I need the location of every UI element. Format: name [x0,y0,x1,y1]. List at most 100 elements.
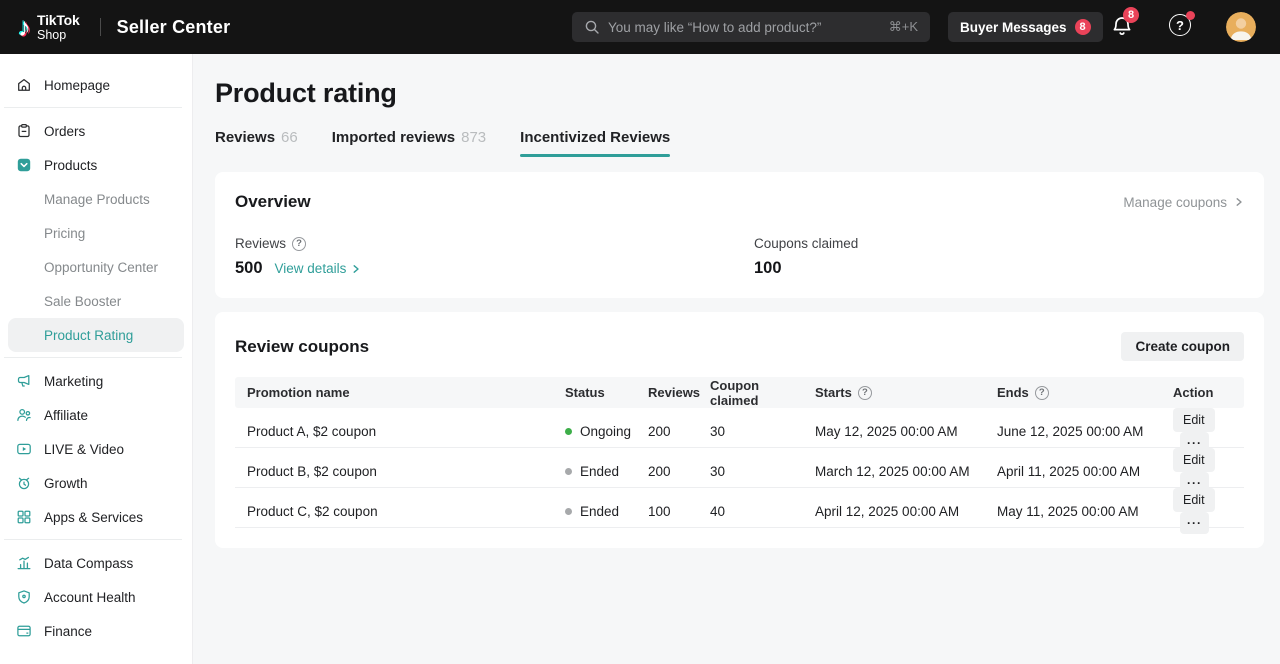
metric-reviews: Reviews ? 500 View details [235,236,754,278]
tiktok-note-icon: ♪ [18,14,31,40]
logo-line2: Shop [37,29,80,42]
edit-button[interactable]: Edit [1173,488,1215,512]
edit-button[interactable]: Edit [1173,448,1215,472]
view-details-label: View details [275,261,347,276]
sidebar-item-homepage[interactable]: Homepage [0,68,192,102]
sidebar-item-account-health[interactable]: Account Health [0,580,192,614]
sidebar-subitem-label: Product Rating [44,328,133,343]
tiktok-shop-logo[interactable]: ♪ TikTok Shop Seller Center [18,0,230,54]
sidebar-item-label: Affiliate [44,408,88,423]
sidebar-item-finance[interactable]: Finance [0,614,192,648]
sidebar-item-label: Data Compass [44,556,133,571]
sidebar-item-opportunity-center[interactable]: Opportunity Center [0,250,192,284]
sidebar-item-marketing[interactable]: Marketing [0,364,192,398]
page-title: Product rating [215,78,1264,109]
coupons-claimed-value: 100 [754,259,782,278]
help-icon[interactable]: ? [1035,386,1049,400]
reviews-metric-label: Reviews [235,236,286,251]
sidebar-item-affiliate[interactable]: Affiliate [0,398,192,432]
sidebar-item-apps-services[interactable]: Apps & Services [0,500,192,534]
tab-count: 873 [461,129,486,146]
table-row: Product A, $2 coupon Ongoing 200 30 May … [235,408,1244,448]
column-ends: Ends? [987,385,1165,400]
column-starts: Starts? [805,385,987,400]
help-button[interactable]: ? [1169,14,1195,40]
coupons-claimed-label: Coupons claimed [754,236,858,251]
app-title: Seller Center [117,17,231,38]
sidebar-subitem-label: Sale Booster [44,294,121,309]
review-coupons-card: Review coupons Create coupon Promotion n… [215,312,1264,548]
manage-coupons-label: Manage coupons [1123,195,1227,210]
tab-imported-reviews[interactable]: Imported reviews873 [332,129,486,157]
tab-reviews[interactable]: Reviews66 [215,129,298,157]
cell-action: Edit··· [1165,488,1244,534]
global-search-input[interactable]: You may like “How to add product?” ⌘+K [572,12,930,42]
alarm-clock-icon [16,475,32,491]
people-icon [16,407,32,423]
tab-bar: Reviews66 Imported reviews873 Incentiviz… [215,129,1264,157]
view-details-link[interactable]: View details [275,261,362,276]
table-header-row: Promotion name Status Reviews Coupon cla… [235,377,1244,408]
sidebar-item-data-compass[interactable]: Data Compass [0,546,192,580]
table-row: Product B, $2 coupon Ended 200 30 March … [235,448,1244,488]
coupons-table: Promotion name Status Reviews Coupon cla… [235,377,1244,528]
edit-button[interactable]: Edit [1173,408,1215,432]
sidebar-item-growth[interactable]: Growth [0,466,192,500]
column-coupon-claimed: Coupon claimed [700,378,805,408]
sidebar-item-manage-products[interactable]: Manage Products [0,182,192,216]
sidebar-subitem-label: Manage Products [44,192,150,207]
sidebar-subitem-label: Pricing [44,226,85,241]
cell-starts: April 12, 2025 00:00 AM [805,504,987,519]
table-row: Product C, $2 coupon Ended 100 40 April … [235,488,1244,528]
avatar[interactable] [1226,12,1256,42]
create-coupon-button[interactable]: Create coupon [1121,332,1244,361]
tab-label: Incentivized Reviews [520,129,670,146]
manage-coupons-link[interactable]: Manage coupons [1123,195,1244,210]
tab-label: Reviews [215,129,275,146]
notifications-button[interactable]: 8 [1110,14,1136,40]
sidebar-item-products[interactable]: Products [0,148,192,182]
card-icon [16,623,32,639]
cell-reviews: 100 [638,504,700,519]
sidebar-item-label: Orders [44,124,85,139]
buyer-messages-button[interactable]: Buyer Messages 8 [948,12,1103,42]
cell-reviews: 200 [638,424,700,439]
sidebar-item-label: Marketing [44,374,103,389]
products-box-icon [16,157,32,173]
cell-ends: April 11, 2025 00:00 AM [987,464,1165,479]
help-icon[interactable]: ? [292,237,306,251]
help-notification-dot [1186,11,1195,20]
bar-chart-icon [16,555,32,571]
review-coupons-title: Review coupons [235,337,369,357]
cell-ends: June 12, 2025 00:00 AM [987,424,1165,439]
avatar-image [1226,12,1256,42]
sidebar-item-label: LIVE & Video [44,442,124,457]
cell-starts: March 12, 2025 00:00 AM [805,464,987,479]
column-status: Status [555,385,638,400]
sidebar-item-orders[interactable]: Orders [0,114,192,148]
cell-promotion-name: Product C, $2 coupon [235,504,555,519]
more-actions-button[interactable]: ··· [1180,512,1209,534]
main-content: Product rating Reviews66 Imported review… [193,54,1280,664]
column-action: Action [1165,385,1244,400]
shield-icon [16,589,32,605]
cell-claimed: 30 [700,464,805,479]
help-icon[interactable]: ? [858,386,872,400]
sidebar-divider [4,539,182,540]
sidebar-divider [4,357,182,358]
chevron-right-icon [351,264,361,274]
cell-reviews: 200 [638,464,700,479]
cell-starts: May 12, 2025 00:00 AM [805,424,987,439]
notifications-badge: 8 [1123,7,1139,23]
sidebar-item-sale-booster[interactable]: Sale Booster [0,284,192,318]
sidebar-item-label: Products [44,158,97,173]
status-dot [565,468,572,475]
grid-icon [16,509,32,525]
tab-incentivized-reviews[interactable]: Incentivized Reviews [520,129,670,157]
top-header: ♪ TikTok Shop Seller Center You may like… [0,0,1280,54]
column-reviews: Reviews [638,385,700,400]
sidebar-item-live-video[interactable]: LIVE & Video [0,432,192,466]
sidebar-item-product-rating[interactable]: Product Rating [8,318,184,352]
megaphone-icon [16,373,32,389]
sidebar-item-pricing[interactable]: Pricing [0,216,192,250]
